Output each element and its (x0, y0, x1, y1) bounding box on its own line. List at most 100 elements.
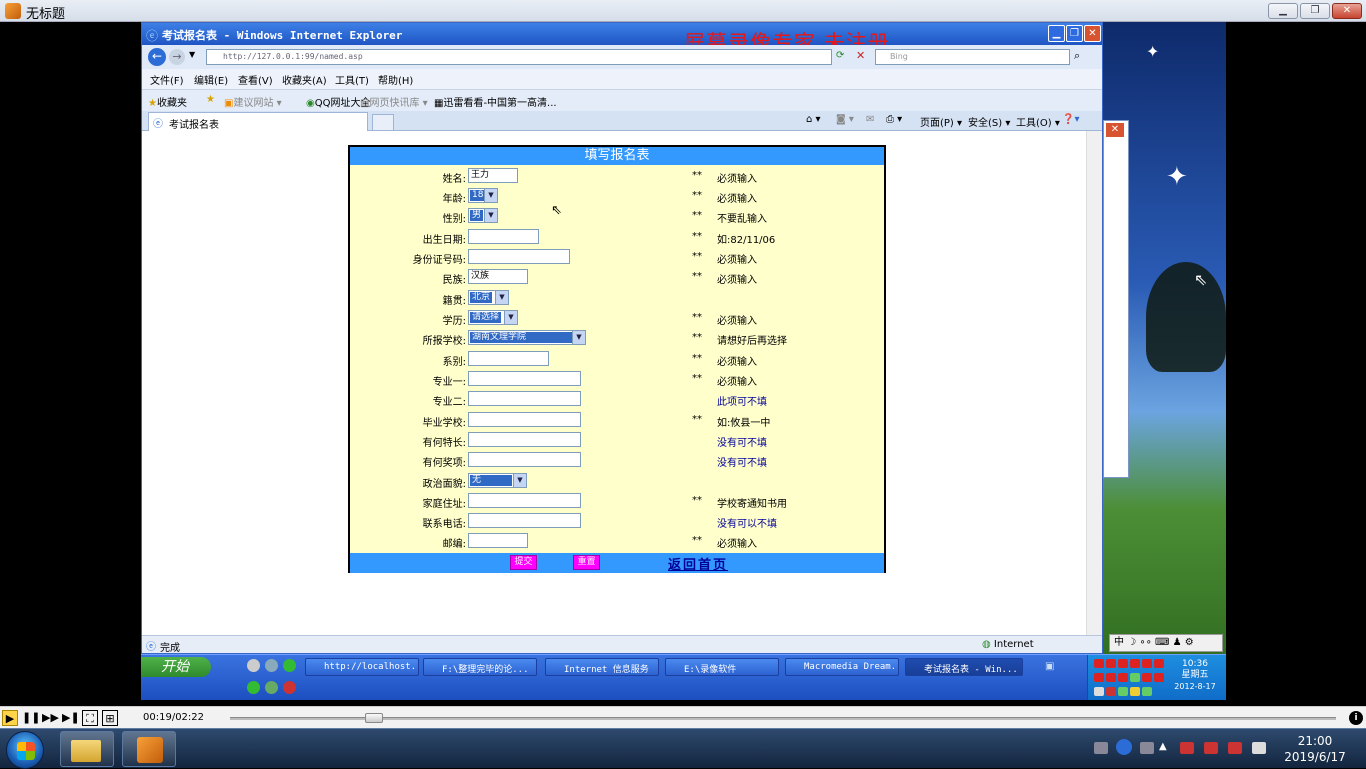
tray-icon[interactable] (1142, 687, 1152, 696)
menu-edit[interactable]: 编辑(E) (194, 72, 228, 87)
menu-file[interactable]: 文件(F) (150, 72, 184, 87)
ethnicity-input[interactable]: 汉族 (468, 269, 528, 284)
mail-icon[interactable]: ✉ (866, 114, 874, 125)
pause-button[interactable]: ❚❚ (22, 710, 40, 726)
refresh-icon[interactable]: ⟳ (836, 50, 844, 61)
tray-icon[interactable] (1154, 673, 1164, 682)
network-error-icon[interactable] (1228, 742, 1242, 754)
home-link[interactable]: 返回首页 (668, 554, 728, 573)
fav-xunlei[interactable]: ▦迅雷看看-中国第一高清... (434, 94, 557, 109)
favorites-button[interactable]: ★收藏夹 (148, 94, 187, 109)
hometown-select[interactable]: 北京 ▼ (468, 290, 509, 305)
fullscreen-button[interactable]: ⛶ (82, 710, 98, 726)
tray-icon[interactable] (1106, 687, 1116, 696)
quicklaunch-icon[interactable] (247, 659, 260, 672)
fav-suggested-sites[interactable]: ▣建议网站 ▾ (224, 94, 282, 109)
phone-input[interactable] (468, 513, 581, 528)
gender-select[interactable]: 男 ▼ (468, 208, 498, 223)
skills-input[interactable] (468, 432, 581, 447)
print-icon[interactable]: ⎙ ▾ (886, 114, 902, 125)
history-dropdown-icon[interactable]: ▼ (189, 50, 195, 59)
fit-size-button[interactable]: ⊞ (102, 710, 118, 726)
search-input[interactable]: Bing (875, 49, 1070, 65)
menu-tools[interactable]: 工具(T) (335, 72, 369, 87)
volume-muted-icon[interactable] (1204, 742, 1218, 754)
task-iis[interactable]: Internet 信息服务 (545, 658, 659, 676)
school-select[interactable]: 湖南文理学院 ▼ (468, 330, 586, 345)
pinned-explorer[interactable] (60, 731, 114, 767)
ie-minimize-button[interactable]: ▁ (1048, 25, 1065, 42)
task-localhost[interactable]: http://localhost... (305, 658, 419, 676)
tray-icon[interactable] (1142, 673, 1152, 682)
task-exam-form[interactable]: 考试报名表 - Win... (905, 658, 1023, 676)
age-select[interactable]: 18 ▼ (468, 188, 498, 203)
tray-icon[interactable] (1130, 687, 1140, 696)
reset-button[interactable]: 重置 (573, 555, 600, 570)
minimize-button[interactable]: ▁ (1268, 3, 1298, 19)
help-icon[interactable]: ❓▾ (1062, 114, 1079, 125)
seek-track[interactable] (230, 717, 1336, 720)
close-icon[interactable]: ✕ (1105, 122, 1125, 138)
tab-exam-form[interactable]: ⓔ 考试报名表 (148, 112, 368, 131)
major1-input[interactable] (468, 371, 581, 386)
awards-input[interactable] (468, 452, 581, 467)
back-button[interactable]: ← (148, 48, 166, 66)
show-desktop-icon[interactable]: ▣ (1045, 661, 1054, 672)
tray-icon[interactable] (1094, 659, 1104, 668)
name-input[interactable]: 王力 (468, 168, 518, 183)
network-tray-icon[interactable] (1140, 742, 1154, 754)
submit-button[interactable]: 提交 (510, 555, 537, 570)
id-number-input[interactable] (468, 249, 570, 264)
home-icon[interactable]: ⌂ ▾ (806, 114, 821, 125)
add-favorite-icon[interactable]: ★ (206, 94, 215, 105)
start-button[interactable]: 开始 (141, 657, 211, 677)
department-input[interactable] (468, 351, 549, 366)
forward-button[interactable]: → (169, 49, 185, 65)
signal-icon[interactable] (1252, 742, 1266, 754)
address-input[interactable] (468, 493, 581, 508)
help-icon[interactable] (1116, 739, 1132, 755)
education-select[interactable]: 请选择 ▼ (468, 310, 518, 325)
tray-icon[interactable] (1118, 687, 1128, 696)
task-dreamweaver[interactable]: Macromedia Dream... (785, 658, 899, 676)
postcode-input[interactable] (468, 533, 528, 548)
show-hidden-icons[interactable]: ▲ (1159, 741, 1167, 752)
menu-favorites[interactable]: 收藏夹(A) (282, 72, 327, 87)
ie-close-button[interactable]: ✕ (1084, 25, 1101, 42)
tray-icon[interactable] (1142, 659, 1152, 668)
quicklaunch-icon[interactable] (265, 681, 278, 694)
keyboard-icon[interactable] (1094, 742, 1108, 754)
menu-help[interactable]: 帮助(H) (378, 72, 413, 87)
tray-icon[interactable] (1130, 673, 1140, 682)
taskbar-clock[interactable]: 21:00 2019/6/17 (1284, 733, 1346, 765)
fav-web-slices[interactable]: ▤网页快讯库 ▾ (360, 94, 428, 109)
tray-icon[interactable] (1094, 687, 1104, 696)
qq-icon[interactable] (283, 681, 296, 694)
tools-menu[interactable]: 工具(O) ▾ (1016, 114, 1060, 129)
ime-toolbar[interactable]: 中 ☽ ∘∘ ⌨ ♟ ⚙ (1109, 634, 1223, 652)
address-input[interactable]: http://127.0.0.1:99/named.asp (206, 49, 832, 65)
tray-icon[interactable] (1106, 673, 1116, 682)
tray-icon[interactable] (1094, 673, 1104, 682)
vertical-scrollbar[interactable] (1086, 131, 1102, 635)
stop-icon[interactable]: ✕ (856, 49, 865, 62)
grad-school-input[interactable] (468, 412, 581, 427)
close-button[interactable]: ✕ (1332, 3, 1362, 19)
task-folder-recording[interactable]: E:\录像软件 (665, 658, 779, 676)
menu-view[interactable]: 查看(V) (238, 72, 273, 87)
next-frame-button[interactable]: ▶❚ (62, 710, 80, 726)
new-tab-button[interactable] (372, 114, 394, 131)
quicklaunch-icon[interactable] (247, 681, 260, 694)
major2-input[interactable] (468, 391, 581, 406)
tray-icon[interactable] (1180, 742, 1194, 754)
feeds-icon[interactable]: ◙ ▾ (836, 114, 854, 125)
task-folder-thesis[interactable]: F:\整理完毕的论... (423, 658, 537, 676)
quicklaunch-icon[interactable] (283, 659, 296, 672)
birthdate-input[interactable] (468, 229, 539, 244)
fast-forward-button[interactable]: ▶▶ (42, 710, 59, 726)
seek-thumb[interactable] (364, 713, 383, 723)
info-icon[interactable]: i (1349, 711, 1363, 725)
safety-menu[interactable]: 安全(S) ▾ (968, 114, 1010, 129)
restore-button[interactable]: ❐ (1300, 3, 1330, 19)
ie-maximize-button[interactable]: ❐ (1066, 25, 1083, 42)
